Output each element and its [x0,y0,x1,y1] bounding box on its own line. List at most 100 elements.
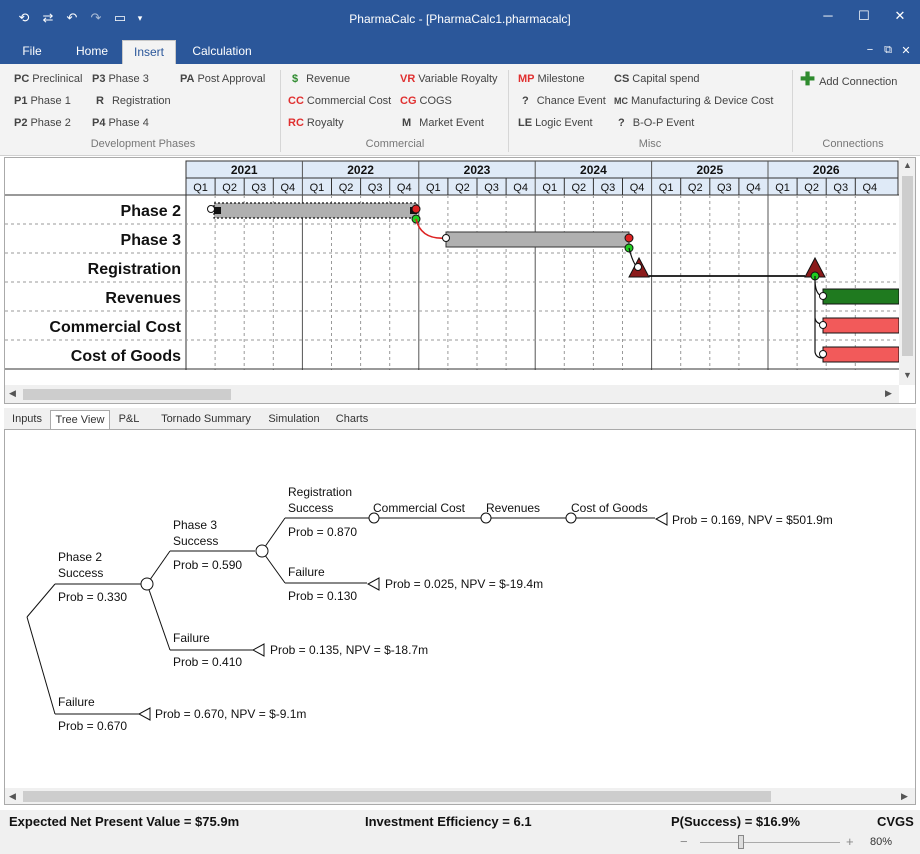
phase-3-risk-node [624,233,634,243]
reg-success-line1: Registration [288,485,352,499]
view-tabs: Inputs Tree View P&L Tornado Summary Sim… [4,408,916,430]
add-connection-button[interactable]: ✚ Add Connection [800,70,897,88]
quarter-label: Q2 [455,182,470,194]
tab-simulation[interactable]: Simulation [262,410,326,430]
chain-revenues: Revenues [486,501,540,515]
tab-home[interactable]: Home [66,40,118,64]
bop-event-icon: ? [618,117,625,129]
variable-royalty-label: Variable Royalty [418,73,498,85]
phase-2-label: Phase 2 [30,117,71,129]
end-success-outcome: Prob = 0.169, NPV = $501.9m [672,513,833,527]
menu-bar: File Home Insert Calculation − ⧉ ✕ [0,40,920,64]
quarter-label: Q2 [339,182,354,194]
tree-horizontal-scrollbar[interactable]: ◀ ▶ [5,788,915,804]
doc-close-button[interactable]: ✕ [896,44,916,60]
zoom-in-button[interactable]: + [846,834,854,849]
ribbon-separator [508,70,509,152]
preclinical-icon: PC [14,73,30,85]
market-event-icon: M [402,117,412,129]
quarter-label: Q3 [601,182,616,194]
tree-scroll-thumb[interactable] [23,791,771,802]
maximize-button[interactable]: ☐ [854,8,874,24]
tab-calculation[interactable]: Calculation [184,40,260,64]
insert-revenue[interactable]: $ Revenue [292,72,350,86]
scroll-left-icon[interactable]: ◀ [9,388,16,399]
quarter-label: Q2 [804,182,819,194]
tab-tree-view[interactable]: Tree View [50,410,110,430]
tab-tornado-summary[interactable]: Tornado Summary [154,410,258,430]
quarter-label: Q3 [368,182,383,194]
insert-preclinical[interactable]: PC Preclinical [14,72,82,86]
insert-post-approval[interactable]: PA Post Approval [180,72,265,86]
doc-minimize-button[interactable]: − [860,44,880,60]
insert-cogs[interactable]: CG COGS [400,94,452,108]
phase-4-label: Phase 4 [108,117,149,129]
phase-3-start-node [442,234,450,242]
logic-event-label: Logic Event [535,117,593,129]
quarter-label: Q4 [746,182,761,194]
row-label-commercial-cost: Commercial Cost [49,319,181,336]
quarter-label: Q3 [833,182,848,194]
insert-chance-event[interactable]: ? Chance Event [522,94,606,108]
revenue-icon: $ [292,73,299,85]
close-button[interactable]: ✕ [890,8,910,24]
tab-charts[interactable]: Charts [330,410,374,430]
phase-2-to-3-connector [415,218,447,239]
p2-success-line2: Success [58,566,103,580]
zoom-slider[interactable] [700,842,840,843]
insert-phase-2[interactable]: P2 Phase 2 [14,116,71,130]
insert-manufacturing-device-cost[interactable]: MC Manufacturing & Device Cost [614,94,773,108]
commercial-cost-start-node [819,321,827,329]
scroll-down-icon[interactable]: ▼ [903,370,912,380]
window-title: PharmaCalc - [PharmaCalc1.pharmacalc] [349,12,571,26]
market-event-label: Market Event [419,117,484,129]
tab-file[interactable]: File [10,40,54,64]
mode-indicator: CVGS [877,814,914,829]
tab-pl[interactable]: P&L [112,410,146,430]
row-label-cost-of-goods: Cost of Goods [70,348,181,365]
reg-failure-prob: Prob = 0.130 [288,589,357,603]
status-bar: Expected Net Present Value = $75.9m Inve… [0,810,920,854]
insert-royalty[interactable]: RC Royalty [288,116,344,130]
p2-success-prob: Prob = 0.330 [58,590,127,604]
insert-registration[interactable]: R Registration [96,94,171,108]
insert-commercial-cost[interactable]: CC Commercial Cost [288,94,391,108]
end-p3-failure-outcome: Prob = 0.135, NPV = $-18.7m [270,643,428,657]
quarter-label: Q2 [572,182,587,194]
quarter-label: Q4 [630,182,645,194]
capital-spend-label: Capital spend [632,73,700,85]
commercial-cost-bar [822,317,900,334]
capital-spend-icon: CS [614,73,630,85]
scroll-left-icon[interactable]: ◀ [9,791,16,802]
tab-inputs[interactable]: Inputs [6,410,48,430]
minimize-button[interactable]: ─ [818,8,838,24]
cogs-icon: CG [400,95,417,107]
tab-insert[interactable]: Insert [122,40,176,64]
insert-milestone[interactable]: MP Milestone [518,72,585,86]
scroll-right-icon[interactable]: ▶ [885,388,892,399]
insert-phase-3[interactable]: P3 Phase 3 [92,72,149,86]
p2-failure-prob: Prob = 0.670 [58,719,127,733]
chance-event-icon: ? [522,95,529,107]
insert-phase-1[interactable]: P1 Phase 1 [14,94,71,108]
insert-market-event[interactable]: M Market Event [402,116,484,130]
cogs-start-node [819,350,827,358]
gantt-horizontal-scrollbar[interactable]: ◀ ▶ [5,385,899,403]
zoom-out-button[interactable]: − [680,834,688,849]
insert-logic-event[interactable]: LE Logic Event [518,116,593,130]
gantt-vertical-scrollbar[interactable]: ▲ ▼ [899,158,915,385]
vertical-scroll-thumb[interactable] [902,176,913,356]
phase-1-icon: P1 [14,95,28,107]
insert-capital-spend[interactable]: CS Capital spend [614,72,700,86]
insert-variable-royalty[interactable]: VR Variable Royalty [400,72,498,86]
zoom-slider-handle[interactable] [738,835,744,849]
horizontal-scroll-thumb[interactable] [23,389,231,400]
insert-bop-event[interactable]: ? B-O-P Event [618,116,694,130]
doc-restore-button[interactable]: ⧉ [878,44,898,60]
decision-tree: Phase 2 Success Prob = 0.330 Phase 3 Suc… [26,485,833,733]
insert-phase-4[interactable]: P4 Phase 4 [92,116,149,130]
zoom-level: 80% [870,836,893,848]
scroll-right-icon[interactable]: ▶ [901,791,908,802]
p3-success-line2: Success [173,534,218,548]
scroll-up-icon[interactable]: ▲ [903,160,912,170]
